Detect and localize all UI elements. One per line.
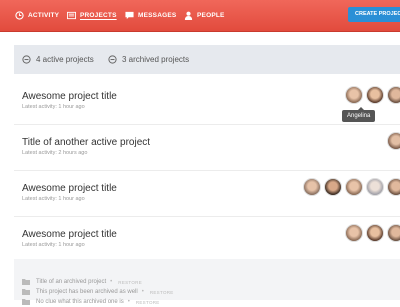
active-projects-filter[interactable]: 4 active projects <box>22 45 94 74</box>
folder-icon <box>22 289 30 295</box>
person-icon <box>184 11 193 20</box>
archived-project-title: This project has been archived as well <box>36 289 138 295</box>
active-projects-label: 4 active projects <box>36 55 94 64</box>
archived-projects-list: Title of an archived project • RESTORE T… <box>14 259 400 305</box>
archived-projects-label: 3 archived projects <box>122 55 190 64</box>
project-filter-bar: 4 active projects 3 archived projects <box>14 45 400 74</box>
project-members <box>14 86 400 106</box>
minus-circle-icon <box>22 55 31 64</box>
clock-icon <box>15 11 24 20</box>
avatar-tooltip: Angelina <box>342 107 376 122</box>
create-project-button[interactable]: CREATE PROJECT <box>348 7 400 22</box>
restore-link[interactable]: RESTORE <box>118 280 142 285</box>
archived-project-title: Title of an archived project <box>36 279 107 285</box>
nav-activity-label: ACTIVITY <box>28 12 60 19</box>
project-row[interactable]: Awesome project title Latest activity: 1… <box>14 216 400 263</box>
projects-icon <box>67 11 76 20</box>
avatar[interactable] <box>366 86 384 104</box>
nav-activity[interactable]: ACTIVITY <box>15 0 59 31</box>
minus-circle-icon <box>108 55 117 64</box>
nav-people[interactable]: PEOPLE <box>184 0 225 31</box>
separator-dot: • <box>110 279 113 285</box>
avatar[interactable] <box>387 178 400 196</box>
top-nav-bar: ACTIVITY PROJECTS MESSAGES PEOPLE THIBAU… <box>0 0 400 31</box>
folder-icon <box>22 279 30 285</box>
restore-link[interactable]: RESTORE <box>136 300 160 305</box>
avatar[interactable] <box>387 86 400 104</box>
project-row[interactable]: Awesome project title Latest activity: 1… <box>14 170 400 217</box>
avatar[interactable] <box>387 224 400 242</box>
nav-projects-label: PROJECTS <box>80 12 117 19</box>
nav-messages[interactable]: MESSAGES <box>125 0 176 31</box>
project-row[interactable]: Title of another active project Latest a… <box>14 124 400 171</box>
avatar[interactable] <box>303 178 321 196</box>
avatar[interactable] <box>345 178 363 196</box>
avatar[interactable] <box>345 86 363 104</box>
avatar[interactable] <box>366 178 384 196</box>
archived-project-row[interactable]: No clue what this archived one is • REST… <box>22 297 160 307</box>
nav-messages-label: MESSAGES <box>138 12 177 19</box>
project-members <box>14 224 400 244</box>
avatar[interactable] <box>345 224 363 242</box>
project-members <box>14 132 400 152</box>
archived-projects-filter[interactable]: 3 archived projects <box>108 45 189 74</box>
chat-icon <box>125 11 134 20</box>
nav-projects[interactable]: PROJECTS <box>67 0 117 31</box>
restore-link[interactable]: RESTORE <box>150 290 174 295</box>
avatar[interactable] <box>366 224 384 242</box>
project-members <box>14 178 400 198</box>
avatar[interactable] <box>324 178 342 196</box>
avatar[interactable] <box>387 132 400 150</box>
archived-project-row[interactable]: Title of an archived project • RESTORE <box>22 277 142 287</box>
nav-people-label: PEOPLE <box>197 12 225 19</box>
separator-dot: • <box>141 289 144 295</box>
archived-project-row[interactable]: This project has been archived as well •… <box>22 287 174 297</box>
